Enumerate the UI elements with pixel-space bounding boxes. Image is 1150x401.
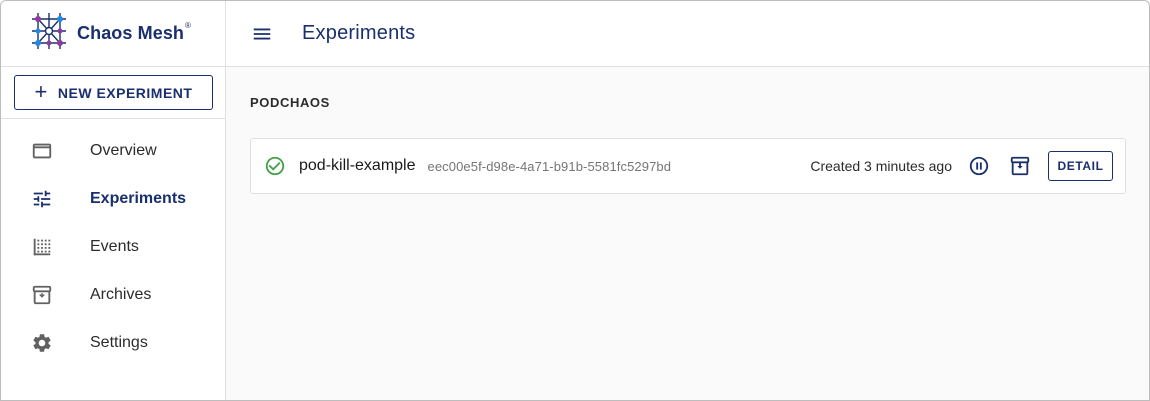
tune-icon <box>30 187 54 211</box>
main-content: PODCHAOS pod-kill-example eec00e5f-d98e-… <box>226 67 1149 400</box>
sidebar-item-overview[interactable]: Overview <box>1 127 225 175</box>
created-time: Created 3 minutes ago <box>810 158 952 174</box>
sidebar-item-label: Events <box>90 238 139 255</box>
trademark-symbol: ® <box>185 21 192 30</box>
sidebar: Chaos Mesh® + NEW EXPERIMENT Overview Ex… <box>1 1 226 400</box>
sidebar-item-label: Settings <box>90 334 148 351</box>
sidebar-item-label: Experiments <box>90 190 187 207</box>
plus-icon: + <box>34 78 48 104</box>
sidebar-item-settings[interactable]: Settings <box>1 319 225 367</box>
events-icon <box>30 235 54 259</box>
brand[interactable]: Chaos Mesh® <box>1 1 225 67</box>
page-title: Experiments <box>302 22 416 44</box>
sidebar-nav: Overview Experiments Events Archives Set… <box>1 127 225 367</box>
section-title: PODCHAOS <box>250 95 330 110</box>
sidebar-item-events[interactable]: Events <box>1 223 225 271</box>
new-experiment-section: + NEW EXPERIMENT <box>1 67 225 119</box>
archive-icon[interactable] <box>1008 154 1032 178</box>
new-experiment-label: NEW EXPERIMENT <box>57 84 193 101</box>
experiment-uid: eec00e5f-d98e-4a71-b91b-5581fc5297bd <box>427 158 672 174</box>
sidebar-item-archives[interactable]: Archives <box>1 271 225 319</box>
sidebar-item-label: Overview <box>90 142 157 159</box>
top-bar: Experiments <box>226 1 1149 67</box>
pause-circle-icon[interactable] <box>967 154 991 178</box>
sidebar-item-label: Archives <box>90 286 152 303</box>
check-circle-icon <box>264 155 286 177</box>
chaos-mesh-logo-icon <box>28 10 70 57</box>
app-window: Chaos Mesh® + NEW EXPERIMENT Overview Ex… <box>0 0 1150 401</box>
gear-icon <box>30 331 54 355</box>
experiment-name: pod-kill-example <box>299 157 416 174</box>
overview-icon <box>30 139 54 163</box>
experiment-card[interactable]: pod-kill-example eec00e5f-d98e-4a71-b91b… <box>250 138 1126 194</box>
brand-name: Chaos Mesh® <box>77 21 192 43</box>
sidebar-item-experiments[interactable]: Experiments <box>1 175 225 223</box>
new-experiment-button[interactable]: + NEW EXPERIMENT <box>14 75 213 110</box>
detail-button[interactable]: DETAIL <box>1048 151 1113 181</box>
archive-icon <box>30 283 54 307</box>
menu-icon[interactable] <box>250 22 274 46</box>
